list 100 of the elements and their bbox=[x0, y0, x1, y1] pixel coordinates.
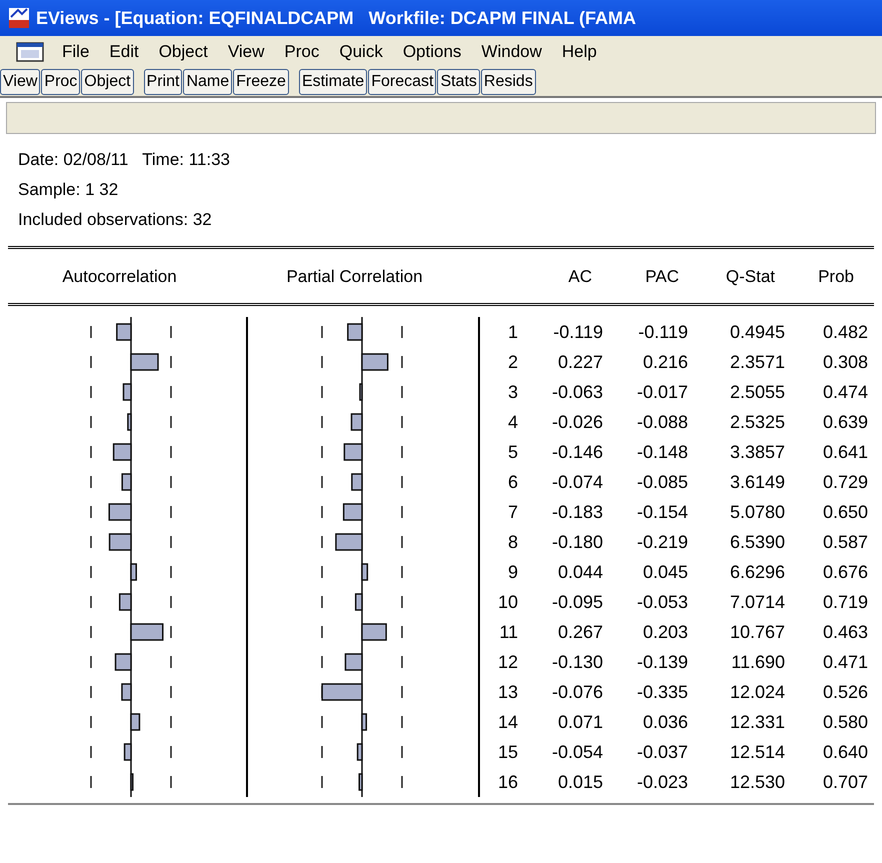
lag-cell-text: 2 bbox=[506, 350, 518, 374]
pac-cell-text: -0.119 bbox=[637, 320, 688, 344]
ac-cell-text: -0.026 bbox=[550, 410, 603, 434]
ac-cell-text: -0.146 bbox=[550, 440, 603, 464]
toolbar-button[interactable]: Print bbox=[144, 69, 182, 95]
prob-cell-text: 0.580 bbox=[822, 710, 868, 734]
lag-cell-text: 15 bbox=[496, 740, 518, 764]
lag-cell-text: 8 bbox=[506, 530, 518, 554]
ac-cell-text: -0.183 bbox=[550, 500, 603, 524]
prob-cell-text: 0.719 bbox=[822, 590, 868, 614]
info-line: Included observations: 32 bbox=[18, 209, 213, 231]
toolbar-button[interactable]: Name bbox=[183, 69, 232, 95]
q-stat-cell-text: 6.5390 bbox=[728, 530, 785, 554]
q-stat-cell-text: 2.3571 bbox=[728, 350, 785, 374]
q-stat-cell-text: 12.024 bbox=[728, 680, 785, 704]
q-stat-cell-text: 7.0714 bbox=[728, 590, 785, 614]
toolbar-button[interactable]: View bbox=[0, 69, 40, 95]
column-header: Autocorrelation bbox=[61, 266, 178, 288]
menu-item[interactable]: View bbox=[220, 39, 272, 65]
ac-cell-text: -0.180 bbox=[550, 530, 603, 554]
pac-cell-text: -0.088 bbox=[636, 410, 688, 434]
app-icon bbox=[8, 7, 30, 29]
q-stat-cell-text: 5.0780 bbox=[728, 500, 785, 524]
ac-cell-text: -0.119 bbox=[552, 320, 603, 344]
toolbar-button[interactable]: Freeze bbox=[233, 69, 289, 95]
q-stat-cell-text: 12.530 bbox=[728, 770, 785, 794]
pac-cell-text: -0.085 bbox=[636, 470, 688, 494]
menu-item[interactable]: Help bbox=[554, 39, 605, 65]
pac-cell-text: -0.148 bbox=[636, 440, 688, 464]
q-stat-cell-text: 10.767 bbox=[728, 620, 785, 644]
column-header: AC bbox=[567, 266, 592, 288]
ac-cell-text: 0.044 bbox=[556, 560, 603, 584]
ac-cell-text: 0.227 bbox=[556, 350, 603, 374]
pac-cell-text: -0.023 bbox=[636, 770, 688, 794]
pac-cell-text: 0.036 bbox=[642, 710, 688, 734]
menu-item[interactable]: File bbox=[54, 39, 98, 65]
toolbar-button[interactable]: Object bbox=[81, 69, 134, 95]
pac-cell-text: 0.216 bbox=[642, 350, 688, 374]
prob-cell-text: 0.526 bbox=[822, 680, 868, 704]
ac-cell-text: 0.267 bbox=[556, 620, 603, 644]
toolbar-button[interactable]: Proc bbox=[41, 69, 80, 95]
pac-cell-text: -0.037 bbox=[636, 740, 688, 764]
lag-cell-text: 4 bbox=[506, 410, 518, 434]
document-icon[interactable] bbox=[16, 42, 44, 62]
prob-cell-text: 0.482 bbox=[822, 320, 868, 344]
toolbar-button[interactable]: Stats bbox=[437, 69, 480, 95]
toolbar-button[interactable]: Estimate bbox=[298, 69, 368, 95]
lag-cell-text: 11 bbox=[498, 620, 518, 644]
column-header: Q-Stat bbox=[724, 266, 775, 288]
menu-item[interactable]: Object bbox=[150, 39, 216, 65]
lag-cell-text: 6 bbox=[506, 470, 518, 494]
ac-cell-text: -0.076 bbox=[550, 680, 603, 704]
prob-cell-text: 0.641 bbox=[822, 440, 868, 464]
pac-cell-text: -0.017 bbox=[636, 380, 688, 404]
prob-cell-text: 0.463 bbox=[822, 620, 868, 644]
prob-cell-text: 0.474 bbox=[822, 380, 868, 404]
lag-cell-text: 14 bbox=[496, 710, 518, 734]
q-stat-cell-text: 11.690 bbox=[730, 650, 785, 674]
pac-cell-text: -0.219 bbox=[636, 530, 688, 554]
prob-cell-text: 0.676 bbox=[822, 560, 868, 584]
menu-item[interactable]: Proc bbox=[276, 39, 328, 65]
ac-cell-text: 0.071 bbox=[556, 710, 603, 734]
menu-item[interactable]: Window bbox=[473, 39, 550, 65]
pac-cell-text: -0.053 bbox=[636, 590, 688, 614]
lag-cell-text: 10 bbox=[496, 590, 518, 614]
q-stat-cell-text: 6.6296 bbox=[728, 560, 785, 584]
menu-item[interactable]: Quick bbox=[331, 39, 391, 65]
toolbar-button[interactable]: Resids bbox=[480, 69, 536, 95]
info-line: Date: 02/08/11 Time: 11:33 bbox=[18, 149, 232, 171]
pac-cell-text: 0.203 bbox=[642, 620, 688, 644]
prob-cell-text: 0.640 bbox=[822, 740, 868, 764]
q-stat-cell-text: 2.5325 bbox=[728, 410, 785, 434]
lag-cell-text: 3 bbox=[506, 380, 518, 404]
column-header: Prob bbox=[817, 266, 854, 288]
toolbar-button[interactable]: Forecast bbox=[368, 69, 436, 95]
menu-item[interactable]: Options bbox=[394, 39, 470, 65]
info-line: Sample: 1 32 bbox=[18, 179, 120, 201]
q-stat-cell-text: 0.4945 bbox=[728, 320, 785, 344]
prob-cell-text: 0.650 bbox=[822, 500, 868, 524]
ac-cell-text: -0.063 bbox=[550, 380, 603, 404]
window-title: EViews - [Equation: EQFINALDCAPM Workfile: DCAPM FINAL (FAMA bbox=[36, 6, 636, 30]
q-stat-cell-text: 12.514 bbox=[728, 740, 785, 764]
lag-cell-text: 7 bbox=[506, 500, 518, 524]
prob-cell-text: 0.471 bbox=[822, 650, 868, 674]
ac-cell-text: 0.015 bbox=[556, 770, 603, 794]
ac-cell-text: -0.130 bbox=[550, 650, 603, 674]
prob-cell-text: 0.308 bbox=[822, 350, 868, 374]
lag-cell-text: 13 bbox=[496, 680, 518, 704]
column-header: PAC bbox=[644, 266, 679, 288]
column-header: Partial Correlation bbox=[285, 266, 424, 288]
lag-cell-text: 9 bbox=[506, 560, 518, 584]
ac-cell-text: -0.074 bbox=[550, 470, 603, 494]
ac-cell-text: -0.095 bbox=[550, 590, 603, 614]
lag-cell-text: 1 bbox=[506, 320, 518, 344]
lag-cell-text: 5 bbox=[506, 440, 518, 464]
prob-cell-text: 0.587 bbox=[822, 530, 868, 554]
lag-cell-text: 12 bbox=[496, 650, 518, 674]
lag-cell-text: 16 bbox=[496, 770, 518, 794]
menu-item[interactable]: Edit bbox=[101, 39, 147, 65]
ac-cell-text: -0.054 bbox=[550, 740, 603, 764]
